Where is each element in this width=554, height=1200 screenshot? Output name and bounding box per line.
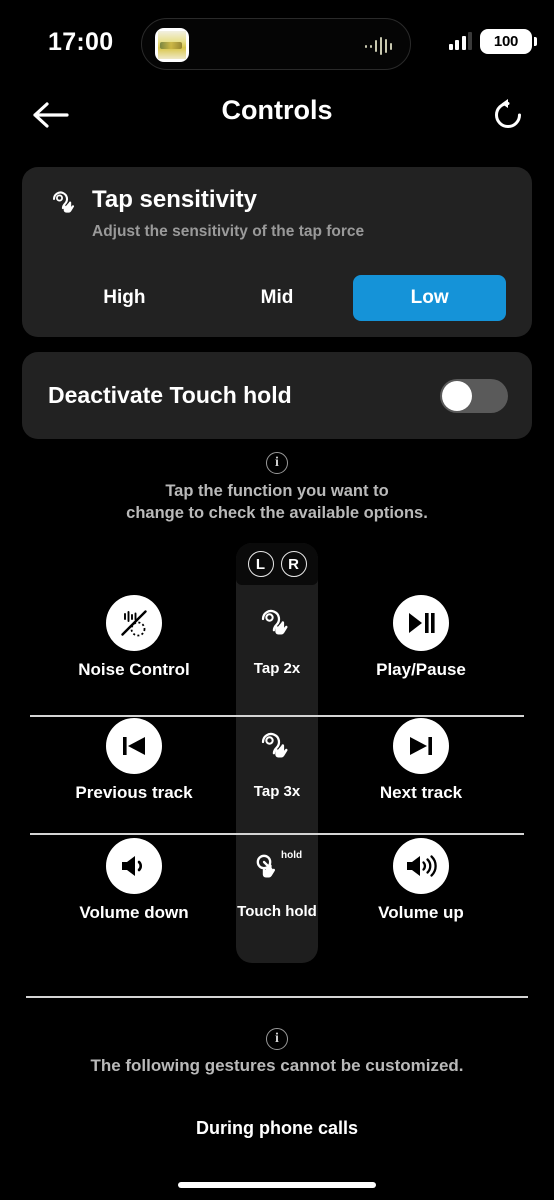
gesture-label: Noise Control xyxy=(78,660,190,679)
home-indicator[interactable] xyxy=(178,1182,376,1188)
info-top-block: i Tap the function you want to change to… xyxy=(0,452,554,525)
volume-up-icon xyxy=(393,838,449,894)
media-app-artwork-icon xyxy=(155,28,189,62)
reset-refresh-icon[interactable] xyxy=(484,91,532,139)
touch-hold-icon: hold xyxy=(251,838,303,894)
gesture-row-2: Previous track Tap 3x Next track xyxy=(0,718,554,836)
gesture-label: Volume down xyxy=(79,903,189,922)
gesture-label: Volume up xyxy=(378,903,464,922)
status-bar-clock: 17:00 xyxy=(48,28,114,56)
gesture-row-3: Volume down hold Touch hold Volume up xyxy=(0,838,554,956)
tap-sensitivity-segmented-control: High Mid Low xyxy=(48,275,507,321)
info-circle-icon: i xyxy=(266,452,288,474)
gesture-label: Next track xyxy=(379,783,463,802)
toggle-knob xyxy=(442,381,472,411)
gesture-matrix: L R Noise Control Tap 2x Play/Pause Prev… xyxy=(0,543,554,968)
info-circle-icon: i xyxy=(266,1028,288,1050)
sensitivity-option-mid[interactable]: Mid xyxy=(201,275,354,321)
during-phone-calls-title: During phone calls xyxy=(195,1118,359,1138)
gesture-action-play-pause[interactable]: Play/Pause xyxy=(331,595,511,680)
tap-sensitivity-card: Tap sensitivity Adjust the sensitivity o… xyxy=(22,167,532,337)
deactivate-touch-hold-label: Deactivate Touch hold xyxy=(48,382,292,408)
sensitivity-option-high[interactable]: High xyxy=(48,275,201,321)
gesture-label: Touch hold xyxy=(237,903,317,920)
ear-tap-icon xyxy=(48,187,82,222)
earbud-side-badges: L R xyxy=(236,543,318,585)
earbud-badge-right: R xyxy=(280,551,307,577)
noise-control-icon xyxy=(106,595,162,651)
info-bottom-block: i The following gestures cannot be custo… xyxy=(0,1028,554,1076)
section-divider xyxy=(26,996,528,998)
tap-sensitivity-subtitle: Adjust the sensitivity of the tap force xyxy=(92,223,365,240)
ear-tap-icon xyxy=(256,718,298,774)
cellular-signal-icon xyxy=(448,32,472,50)
matrix-divider-1 xyxy=(30,715,524,717)
info-bottom-text: The following gestures cannot be customi… xyxy=(90,1056,464,1075)
status-bar: 17:00 100 xyxy=(0,0,554,80)
info-top-line-2: change to check the available options. xyxy=(126,504,428,523)
sensitivity-option-low[interactable]: Low xyxy=(353,275,507,321)
navigation-bar: Controls xyxy=(0,85,554,145)
deactivate-touch-hold-card: Deactivate Touch hold xyxy=(22,352,532,439)
battery-indicator: 100 xyxy=(480,29,537,54)
gesture-label: Tap 2x xyxy=(253,660,301,677)
gesture-action-next-track[interactable]: Next track xyxy=(331,718,511,803)
play-pause-icon xyxy=(393,595,449,651)
audio-waveform-icon xyxy=(364,37,392,55)
earbud-badge-left: L xyxy=(247,551,274,577)
ear-tap-icon xyxy=(256,595,298,651)
previous-track-icon xyxy=(106,718,162,774)
volume-down-icon xyxy=(106,838,162,894)
svg-text:hold: hold xyxy=(281,850,302,861)
info-top-line-1: Tap the function you want to xyxy=(165,482,389,500)
page-title: Controls xyxy=(221,95,333,125)
gesture-row-1: Noise Control Tap 2x Play/Pause xyxy=(0,595,554,713)
gesture-label: Tap 3x xyxy=(253,783,301,800)
gesture-label: Previous track xyxy=(75,783,193,802)
gesture-label: Play/Pause xyxy=(376,660,466,679)
tap-sensitivity-title: Tap sensitivity xyxy=(92,186,257,213)
gesture-action-volume-up[interactable]: Volume up xyxy=(331,838,511,923)
deactivate-touch-hold-toggle[interactable] xyxy=(440,379,508,413)
next-track-icon xyxy=(393,718,449,774)
tap-sensitivity-header: Tap sensitivity xyxy=(48,186,257,222)
dynamic-island[interactable] xyxy=(141,18,411,70)
